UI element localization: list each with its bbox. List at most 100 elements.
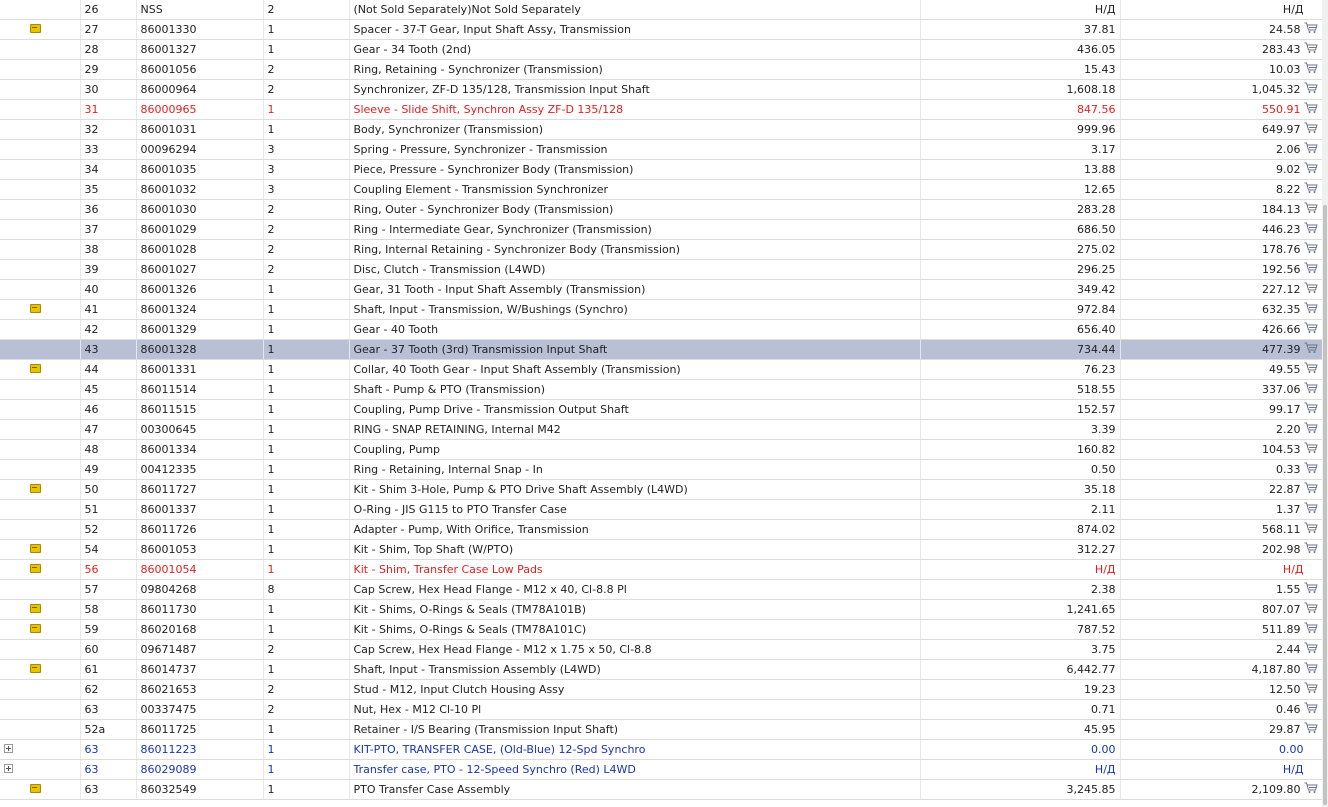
add-to-cart-icon[interactable] [1304,582,1318,597]
table-row[interactable]: 56 86001054 1 Kit - Shim, Transfer Case Low… [0,559,1323,580]
note-icon[interactable] [30,304,41,313]
table-row[interactable]: 30 86000964 2 Synchronizer, ZF-D 135/128, T… [0,79,1323,100]
add-to-cart-icon[interactable] [1304,602,1318,617]
table-row[interactable]: 58 86011730 1 Kit - Shims, O-Rings & Seals … [0,599,1323,620]
add-to-cart-icon[interactable] [1304,282,1318,297]
scrollbar-thumb[interactable] [1323,205,1327,805]
table-row[interactable]: 44 86001331 1 Collar, 40 Tooth Gear - Input… [0,359,1323,380]
table-row[interactable]: 37 86001029 2 Ring - Intermediate Gear, Syn… [0,219,1323,240]
add-to-cart-icon[interactable] [1304,362,1318,377]
table-row[interactable]: 39 86001027 2 Disc, Clutch - Transmission (… [0,259,1323,280]
note-icon[interactable] [30,364,41,373]
table-row[interactable]: 61 86014737 1 Shaft, Input - Transmission A… [0,659,1323,680]
note-icon[interactable] [30,664,41,673]
add-to-cart-icon[interactable] [1304,542,1318,557]
table-row[interactable]: 60 09671487 2 Cap Screw, Hex Head Flange - … [0,639,1323,660]
add-to-cart-icon[interactable] [1304,42,1318,57]
table-row[interactable]: 52 86011726 1 Adapter - Pump, With Orifice,… [0,519,1323,540]
table-row[interactable]: 36 86001030 2 Ring, Outer - Synchronizer Bo… [0,199,1323,220]
add-to-cart-icon[interactable] [1304,502,1318,517]
table-row[interactable]: 54 86001053 1 Kit - Shim, Top Shaft (W/PTO)… [0,539,1323,560]
note-icon[interactable] [30,544,41,553]
part-number: 86001324 [136,299,264,320]
table-row[interactable]: 48 86001334 1 Coupling, Pump 160.82 104.53 [0,439,1323,460]
table-row[interactable]: 43 86001328 1 Gear - 37 Tooth (3rd) Transmi… [0,339,1323,360]
add-to-cart-icon[interactable] [1304,462,1318,477]
add-to-cart-icon[interactable] [1304,522,1318,537]
description: Stud - M12, Input Clutch Housing Assy [349,679,921,700]
table-row[interactable]: 63 86032549 1 PTO Transfer Case Assembly 3,2… [0,779,1323,800]
add-to-cart-icon[interactable] [1304,642,1318,657]
add-to-cart-icon[interactable] [1304,342,1318,357]
table-row[interactable]: 49 00412335 1 Ring - Retaining, Internal Sn… [0,459,1323,480]
table-row[interactable]: 57 09804268 8 Cap Screw, Hex Head Flange - … [0,579,1323,600]
table-row[interactable]: 27 86001330 1 Spacer - 37-T Gear, Input Sha… [0,19,1323,40]
table-row[interactable]: 35 86001032 3 Coupling Element - Transmissi… [0,179,1323,200]
table-row[interactable]: 32 86001031 1 Body, Synchronizer (Transmiss… [0,119,1323,140]
description: Disc, Clutch - Transmission (L4WD) [349,259,921,280]
table-row[interactable]: 62 86021653 2 Stud - M12, Input Clutch Hous… [0,679,1323,700]
note-icon[interactable] [30,564,41,573]
table-row[interactable]: 42 86001329 1 Gear - 40 Tooth 656.40 426.66 [0,319,1323,340]
note-icon[interactable] [30,484,41,493]
note-icon[interactable] [30,604,41,613]
add-to-cart-icon[interactable] [1304,222,1318,237]
discount-price-cell: 337.06 [1120,379,1323,400]
table-row[interactable]: 46 86011515 1 Coupling, Pump Drive - Transm… [0,399,1323,420]
add-to-cart-icon[interactable] [1304,182,1318,197]
table-row[interactable]: 33 00096294 3 Spring - Pressure, Synchroniz… [0,139,1323,160]
table-row[interactable]: 29 86001056 2 Ring, Retaining - Synchronize… [0,59,1323,80]
table-row[interactable]: 63 86011223 1 KIT-PTO, TRANSFER CASE, (Old-… [0,739,1323,760]
add-to-cart-icon[interactable] [1304,442,1318,457]
add-to-cart-icon[interactable] [1304,242,1318,257]
add-to-cart-icon[interactable] [1304,122,1318,137]
note-icon[interactable] [30,784,41,793]
row-icon-cell [0,739,81,760]
table-row[interactable]: 63 00337475 2 Nut, Hex - M12 Cl-10 Pl 0.71 0.… [0,699,1323,720]
row-icon-cell [0,0,81,20]
add-to-cart-icon[interactable] [1304,22,1318,37]
expand-icon[interactable] [4,764,13,773]
table-row[interactable]: 28 86001327 1 Gear - 34 Tooth (2nd) 436.05 28… [0,39,1323,60]
add-to-cart-icon[interactable] [1304,102,1318,117]
note-icon[interactable] [30,624,41,633]
vertical-scrollbar[interactable] [1322,0,1328,807]
add-to-cart-icon[interactable] [1304,322,1318,337]
row-icon-cell [0,219,81,240]
add-to-cart-icon[interactable] [1304,302,1318,317]
table-row[interactable]: 51 86001337 1 O-Ring - JIS G115 to PTO Tran… [0,499,1323,520]
table-row[interactable]: 47 00300645 1 RING - SNAP RETAINING, Intern… [0,419,1323,440]
add-to-cart-icon[interactable] [1304,382,1318,397]
description: Nut, Hex - M12 Cl-10 Pl [349,699,921,720]
add-to-cart-icon[interactable] [1304,402,1318,417]
add-to-cart-icon[interactable] [1304,62,1318,77]
note-icon[interactable] [30,24,41,33]
add-to-cart-icon[interactable] [1304,662,1318,677]
add-to-cart-icon[interactable] [1304,782,1318,797]
add-to-cart-icon[interactable] [1304,142,1318,157]
table-row[interactable]: 26 NSS 2 (Not Sold Separately)Not Sold Sepa… [0,0,1323,20]
add-to-cart-icon[interactable] [1304,422,1318,437]
table-row[interactable]: 38 86001028 2 Ring, Internal Retaining - Sy… [0,239,1323,260]
table-row[interactable]: 59 86020168 1 Kit - Shims, O-Rings & Seals … [0,619,1323,640]
position-number: 50 [80,479,137,500]
table-row[interactable]: 34 86001035 3 Piece, Pressure - Synchronize… [0,159,1323,180]
add-to-cart-icon[interactable] [1304,482,1318,497]
expand-icon[interactable] [4,744,13,753]
table-row[interactable]: 31 86000965 1 Sleeve - Slide Shift, Synchro… [0,99,1323,120]
table-row[interactable]: 50 86011727 1 Kit - Shim 3-Hole, Pump & PTO… [0,479,1323,500]
add-to-cart-icon[interactable] [1304,162,1318,177]
add-to-cart-icon[interactable] [1304,702,1318,717]
add-to-cart-icon[interactable] [1304,722,1318,737]
discount-price-cell: 178.76 [1120,239,1323,260]
table-row[interactable]: 45 86011514 1 Shaft - Pump & PTO (Transmiss… [0,379,1323,400]
table-row[interactable]: 63 86029089 1 Transfer case, PTO - 12-Speed… [0,759,1323,780]
add-to-cart-icon[interactable] [1304,622,1318,637]
add-to-cart-icon[interactable] [1304,202,1318,217]
add-to-cart-icon[interactable] [1304,82,1318,97]
table-row[interactable]: 41 86001324 1 Shaft, Input - Transmission, … [0,299,1323,320]
table-row[interactable]: 40 86001326 1 Gear, 31 Tooth - Input Shaft … [0,279,1323,300]
add-to-cart-icon[interactable] [1304,682,1318,697]
table-row[interactable]: 52a 86011725 1 Retainer - I/S Bearing (Tran… [0,719,1323,740]
add-to-cart-icon[interactable] [1304,262,1318,277]
